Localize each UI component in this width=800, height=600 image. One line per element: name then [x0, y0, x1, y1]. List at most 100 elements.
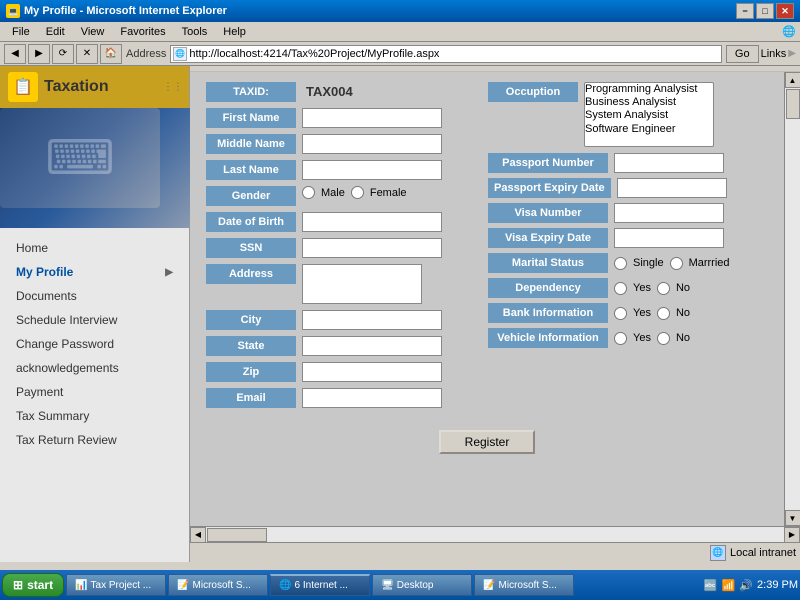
- zip-input[interactable]: [302, 362, 442, 382]
- menu-file[interactable]: File: [4, 24, 38, 40]
- gender-male-radio[interactable]: [302, 186, 315, 199]
- firstname-input[interactable]: [302, 108, 442, 128]
- firstname-row: First Name: [206, 108, 468, 128]
- scroll-down-button[interactable]: ▼: [785, 510, 800, 526]
- scroll-left-button[interactable]: ◀: [190, 527, 206, 543]
- bank-yes-radio[interactable]: [614, 307, 627, 320]
- visa-expiry-input[interactable]: [614, 228, 724, 248]
- start-button[interactable]: ⊞ start: [2, 573, 64, 597]
- address-bar: ◀ ▶ ⟳ ✕ 🏠 Address 🌐 Go Links ▶: [0, 42, 800, 66]
- sidebar-item-home[interactable]: Home: [0, 236, 189, 260]
- visa-number-input[interactable]: [614, 203, 724, 223]
- app-icon: 💻: [6, 4, 20, 18]
- taskbar-icon-2: 🌐: [279, 580, 291, 591]
- minimize-button[interactable]: −: [736, 3, 754, 19]
- dependency-no-radio[interactable]: [657, 282, 670, 295]
- go-button[interactable]: Go: [726, 45, 759, 63]
- dob-input[interactable]: [302, 212, 442, 232]
- taskbar-item-2[interactable]: 🌐 6 Internet ...: [270, 574, 370, 596]
- sidebar-item-taxsummary[interactable]: Tax Summary: [0, 404, 189, 428]
- bank-no-radio[interactable]: [657, 307, 670, 320]
- taskbar-item-1[interactable]: 📝 Microsoft S...: [168, 574, 268, 596]
- forward-button[interactable]: ▶: [28, 44, 50, 64]
- ssn-input[interactable]: [302, 238, 442, 258]
- marital-status-label: Marital Status: [488, 253, 608, 273]
- visa-number-row: Visa Number: [488, 203, 768, 223]
- taskbar-item-0[interactable]: 📊 Tax Project ...: [66, 574, 166, 596]
- gender-radio-group: Male Female: [302, 186, 407, 199]
- dependency-label: Dependency: [488, 278, 608, 298]
- sidebar-item-payment[interactable]: Payment: [0, 380, 189, 404]
- scroll-thumb[interactable]: [786, 89, 800, 119]
- back-button[interactable]: ◀: [4, 44, 26, 64]
- email-row: Email: [206, 388, 468, 408]
- taskbar-volume-icon: 🔊: [739, 579, 753, 592]
- vehicle-no-radio[interactable]: [657, 332, 670, 345]
- gender-label: Gender: [206, 186, 296, 206]
- restore-button[interactable]: □: [756, 3, 774, 19]
- scroll-right-button[interactable]: ▶: [784, 527, 800, 543]
- sidebar-item-taxreturn[interactable]: Tax Return Review: [0, 428, 189, 452]
- ssn-row: SSN: [206, 238, 468, 258]
- taskbar-item-4[interactable]: 📝 Microsoft S...: [474, 574, 574, 596]
- nav-menu: Home My Profile ▶ Documents Schedule Int…: [0, 228, 189, 460]
- passport-number-input[interactable]: [614, 153, 724, 173]
- register-button[interactable]: Register: [439, 430, 536, 454]
- dob-label: Date of Birth: [206, 212, 296, 232]
- address-label: Address: [206, 264, 296, 284]
- hscroll-thumb[interactable]: [207, 528, 267, 542]
- marital-married-radio[interactable]: [670, 257, 683, 270]
- occupation-select[interactable]: Programming Analysist Business Analysist…: [584, 82, 714, 147]
- stop-button[interactable]: ✕: [76, 44, 98, 64]
- menu-help[interactable]: Help: [215, 24, 254, 40]
- address-input[interactable]: [189, 48, 719, 60]
- taskbar-right: 🔤 📶 🔊 2:39 PM: [704, 579, 798, 592]
- menu-tools[interactable]: Tools: [174, 24, 216, 40]
- passport-expiry-row: Passport Expiry Date: [488, 178, 768, 198]
- bank-info-row: Bank Information Yes No: [488, 303, 768, 323]
- close-button[interactable]: ✕: [776, 3, 794, 19]
- menu-view[interactable]: View: [73, 24, 113, 40]
- taskbar-item-3[interactable]: 🖥 Desktop: [372, 574, 472, 596]
- address-row: Address: [206, 264, 468, 304]
- city-input[interactable]: [302, 310, 442, 330]
- dependency-yes-radio[interactable]: [614, 282, 627, 295]
- menu-favorites[interactable]: Favorites: [112, 24, 173, 40]
- taskbar-icon-3: 🖥: [381, 580, 394, 591]
- taskbar-icon-4: 📝: [483, 580, 495, 591]
- scroll-track: [785, 88, 800, 510]
- home-button[interactable]: 🏠: [100, 44, 122, 64]
- marital-single-radio[interactable]: [614, 257, 627, 270]
- menu-edit[interactable]: Edit: [38, 24, 73, 40]
- sidebar-image: [0, 108, 190, 228]
- occupation-area: Occuption Programming Analysist Business…: [488, 82, 768, 147]
- vehicle-info-label: Vehicle Information: [488, 328, 608, 348]
- hscroll-track: [206, 527, 784, 543]
- gender-female-label: Female: [370, 187, 407, 199]
- gender-female-radio[interactable]: [351, 186, 364, 199]
- visa-number-label: Visa Number: [488, 203, 608, 223]
- sidebar-item-schedule[interactable]: Schedule Interview: [0, 308, 189, 332]
- page-area: TAXID: TAX004 First Name Middle Name: [190, 66, 800, 562]
- occupation-label: Occuption: [488, 82, 578, 102]
- window-controls: − □ ✕: [736, 3, 794, 19]
- menu-bar: File Edit View Favorites Tools Help 🌐: [0, 22, 800, 42]
- sidebar-logo: 📋 Taxation ⋮⋮: [0, 66, 189, 108]
- state-row: State: [206, 336, 468, 356]
- state-input[interactable]: [302, 336, 442, 356]
- sidebar-item-documents[interactable]: Documents: [0, 284, 189, 308]
- vehicle-yes-radio[interactable]: [614, 332, 627, 345]
- middlename-input[interactable]: [302, 134, 442, 154]
- status-bar: 🌐 Local intranet: [190, 542, 800, 562]
- passport-expiry-input[interactable]: [617, 178, 727, 198]
- sidebar-item-myprofile[interactable]: My Profile ▶: [0, 260, 189, 284]
- refresh-button[interactable]: ⟳: [52, 44, 74, 64]
- scroll-up-button[interactable]: ▲: [785, 72, 800, 88]
- links-button[interactable]: Links: [761, 48, 787, 60]
- sidebar-item-changepassword[interactable]: Change Password: [0, 332, 189, 356]
- email-input[interactable]: [302, 388, 442, 408]
- lastname-input[interactable]: [302, 160, 442, 180]
- address-input[interactable]: [302, 264, 422, 304]
- sidebar: 📋 Taxation ⋮⋮ Home My Profile ▶ Document…: [0, 66, 190, 562]
- sidebar-item-acknowledgements[interactable]: acknowledgements: [0, 356, 189, 380]
